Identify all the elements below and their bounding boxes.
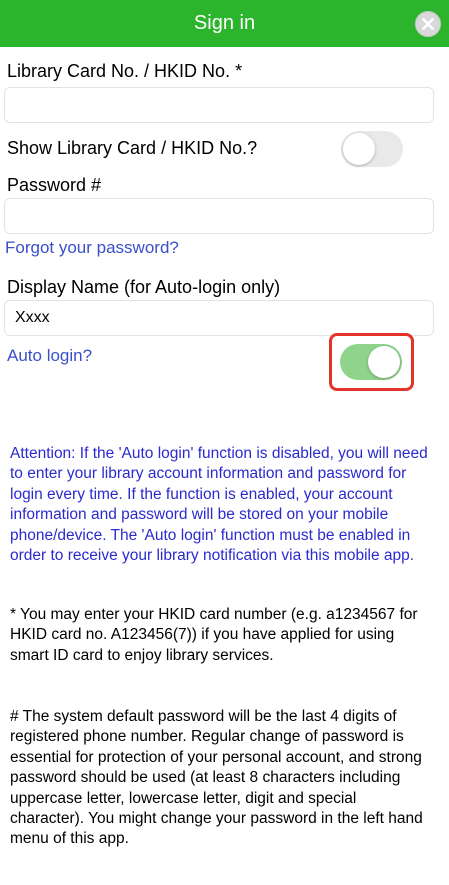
card-number-input[interactable] xyxy=(4,87,434,123)
password-input[interactable] xyxy=(4,198,434,234)
card-number-label: Library Card No. / HKID No. * xyxy=(7,61,243,81)
card-number-note: * You may enter your HKID card number (e… xyxy=(10,606,418,664)
password-label: Password # xyxy=(7,175,102,195)
header-bar: Sign in xyxy=(0,0,449,47)
attention-notice: Attention: If the 'Auto login' function … xyxy=(10,445,428,565)
show-card-label: Show Library Card / HKID No.? xyxy=(7,138,258,158)
forgot-password-link[interactable]: Forgot your password? xyxy=(5,237,179,259)
show-card-toggle[interactable] xyxy=(341,131,403,167)
close-x-icon xyxy=(422,18,434,30)
close-button[interactable] xyxy=(415,11,441,37)
toggle-knob xyxy=(368,346,400,378)
page-title: Sign in xyxy=(193,12,256,34)
toggle-knob xyxy=(343,133,375,165)
display-name-input[interactable] xyxy=(4,300,434,336)
auto-login-toggle[interactable] xyxy=(340,344,402,380)
display-name-label: Display Name (for Auto-login only) xyxy=(7,277,281,297)
password-note: # The system default password will be th… xyxy=(10,708,423,848)
auto-login-label: Auto login? xyxy=(7,346,93,365)
